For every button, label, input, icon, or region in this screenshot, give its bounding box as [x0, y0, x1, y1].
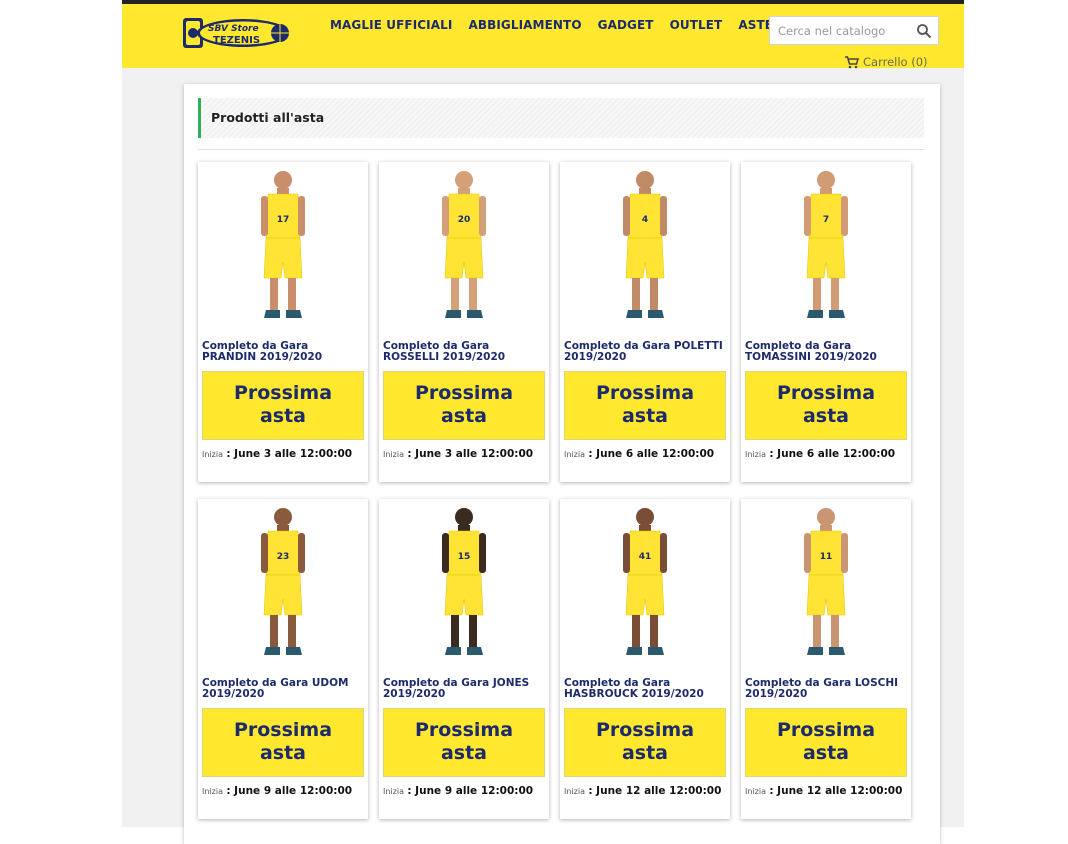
start-label: Inizia — [564, 787, 585, 796]
product-image[interactable]: 15 — [379, 503, 549, 673]
auction-start: Inizia : June 9 alle 12:00:00 — [383, 785, 533, 797]
site: SBV Store TEZENIS MAGLIE UFFICIALI ABBIG… — [122, 0, 964, 844]
nav-abbigliamento[interactable]: ABBIGLIAMENTO — [468, 18, 581, 32]
search-box — [769, 16, 939, 45]
nav-maglie-ufficiali[interactable]: MAGLIE UFFICIALI — [330, 18, 452, 32]
svg-text:TEZENIS: TEZENIS — [213, 35, 260, 46]
start-date: : June 3 alle 12:00:00 — [407, 448, 534, 460]
start-date: : June 12 alle 12:00:00 — [588, 785, 722, 797]
jersey-number: 41 — [639, 552, 652, 562]
product-name[interactable]: Completo da Gara JONES 2019/2020 — [383, 678, 545, 700]
product-name[interactable]: Completo da Gara TOMASSINI 2019/2020 — [745, 341, 907, 363]
search-icon[interactable] — [916, 23, 932, 39]
product-image[interactable]: 7 — [741, 166, 911, 336]
product-image[interactable]: 11 — [741, 503, 911, 673]
main-panel: Prodotti all'asta 17 Completo da Gara PRA… — [184, 84, 940, 844]
nav-outlet[interactable]: OUTLET — [670, 18, 723, 32]
start-date: : June 9 alle 12:00:00 — [407, 785, 534, 797]
logo[interactable]: SBV Store TEZENIS — [183, 16, 293, 50]
start-label: Inizia — [202, 787, 223, 796]
start-label: Inizia — [202, 450, 223, 459]
product-name[interactable]: Completo da Gara HASBROUCK 2019/2020 — [564, 678, 726, 700]
next-auction-button[interactable]: Prossima asta — [745, 708, 907, 777]
product-image[interactable]: 20 — [379, 166, 549, 336]
product-name[interactable]: Completo da Gara PRANDIN 2019/2020 — [202, 341, 364, 363]
start-label: Inizia — [383, 787, 404, 796]
page-title: Prodotti all'asta — [211, 110, 325, 125]
start-date: : June 6 alle 12:00:00 — [769, 448, 896, 460]
start-date: : June 9 alle 12:00:00 — [226, 785, 353, 797]
product-name[interactable]: Completo da Gara ROSSELLI 2019/2020 — [383, 341, 545, 363]
product-card[interactable]: 4 Completo da Gara POLETTI 2019/2020 Pross… — [560, 162, 730, 482]
jersey-number: 17 — [277, 215, 290, 225]
product-name[interactable]: Completo da Gara UDOM 2019/2020 — [202, 678, 364, 700]
product-card[interactable]: 20 Completo da Gara ROSSELLI 2019/2020 Pro… — [379, 162, 549, 482]
cart-icon — [845, 55, 859, 68]
auction-start: Inizia : June 3 alle 12:00:00 — [383, 448, 533, 460]
product-name[interactable]: Completo da Gara POLETTI 2019/2020 — [564, 341, 726, 363]
product-image[interactable]: 17 — [198, 166, 368, 336]
product-card[interactable]: 23 Completo da Gara UDOM 2019/2020 Prossim… — [198, 499, 368, 819]
page-heading-box: Prodotti all'asta — [198, 98, 924, 138]
auction-start: Inizia : June 12 alle 12:00:00 — [564, 785, 721, 797]
svg-text:SBV Store: SBV Store — [208, 24, 259, 34]
next-auction-button[interactable]: Prossima asta — [564, 371, 726, 440]
product-image[interactable]: 23 — [198, 503, 368, 673]
start-label: Inizia — [745, 450, 766, 459]
next-auction-button[interactable]: Prossima asta — [383, 708, 545, 777]
nav-aste[interactable]: ASTE — [738, 18, 773, 32]
auction-start: Inizia : June 12 alle 12:00:00 — [745, 785, 902, 797]
product-card[interactable]: 17 Completo da Gara PRANDIN 2019/2020 Pros… — [198, 162, 368, 482]
start-label: Inizia — [564, 450, 585, 459]
cart-link[interactable]: Carrello (0) — [845, 55, 928, 69]
divider — [198, 149, 924, 150]
start-date: : June 6 alle 12:00:00 — [588, 448, 715, 460]
jersey-number: 11 — [820, 552, 833, 562]
product-image[interactable]: 4 — [560, 166, 730, 336]
product-card[interactable]: 7 Completo da Gara TOMASSINI 2019/2020 Pro… — [741, 162, 911, 482]
auction-start: Inizia : June 6 alle 12:00:00 — [564, 448, 714, 460]
product-card[interactable]: 15 Completo da Gara JONES 2019/2020 Prossi… — [379, 499, 549, 819]
auction-start: Inizia : June 9 alle 12:00:00 — [202, 785, 352, 797]
search-input[interactable] — [770, 17, 926, 44]
product-card[interactable]: 11 Completo da Gara LOSCHI 2019/2020 Pross… — [741, 499, 911, 819]
start-label: Inizia — [745, 787, 766, 796]
next-auction-button[interactable]: Prossima asta — [202, 371, 364, 440]
jersey-number: 20 — [458, 215, 471, 225]
next-auction-button[interactable]: Prossima asta — [564, 708, 726, 777]
jersey-number: 7 — [823, 215, 829, 225]
start-label: Inizia — [383, 450, 404, 459]
next-auction-button[interactable]: Prossima asta — [745, 371, 907, 440]
nav-gadget[interactable]: GADGET — [598, 18, 654, 32]
cart-label: Carrello (0) — [863, 55, 928, 69]
start-date: : June 3 alle 12:00:00 — [226, 448, 353, 460]
next-auction-button[interactable]: Prossima asta — [202, 708, 364, 777]
header: SBV Store TEZENIS MAGLIE UFFICIALI ABBIG… — [122, 4, 964, 69]
jersey-number: 15 — [458, 552, 471, 562]
next-auction-button[interactable]: Prossima asta — [383, 371, 545, 440]
jersey-number: 4 — [642, 215, 648, 225]
product-image[interactable]: 41 — [560, 503, 730, 673]
product-name[interactable]: Completo da Gara LOSCHI 2019/2020 — [745, 678, 907, 700]
auction-start: Inizia : June 3 alle 12:00:00 — [202, 448, 352, 460]
auction-start: Inizia : June 6 alle 12:00:00 — [745, 448, 895, 460]
product-card[interactable]: 41 Completo da Gara HASBROUCK 2019/2020 Pr… — [560, 499, 730, 819]
main-nav: MAGLIE UFFICIALI ABBIGLIAMENTO GADGET OU… — [330, 18, 773, 32]
start-date: : June 12 alle 12:00:00 — [769, 785, 903, 797]
jersey-number: 23 — [277, 552, 290, 562]
